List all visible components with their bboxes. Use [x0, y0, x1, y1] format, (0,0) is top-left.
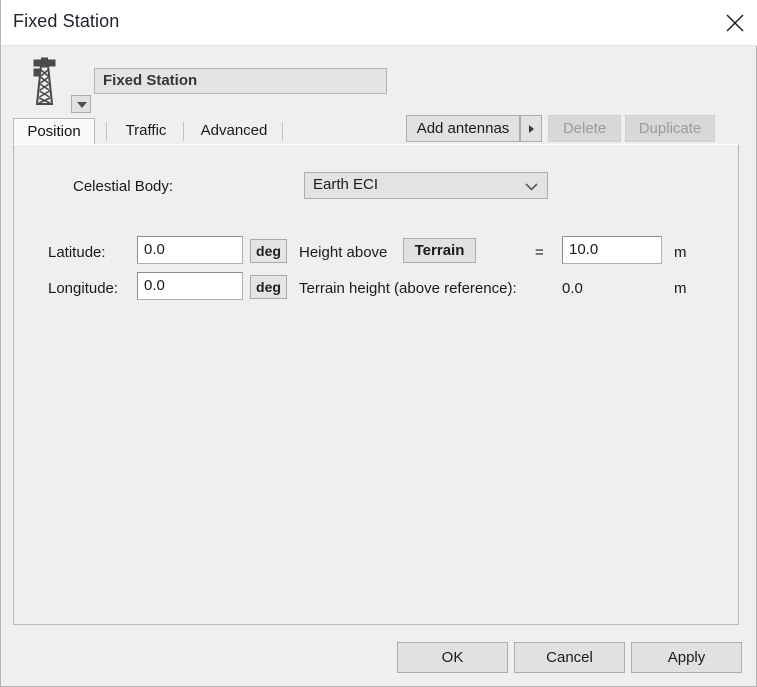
- station-name-field[interactable]: Fixed Station: [94, 68, 387, 94]
- celestial-body-label: Celestial Body:: [73, 178, 174, 195]
- antenna-tower-icon: [33, 57, 56, 105]
- terrain-height-value: 0.0: [562, 280, 583, 297]
- latitude-input[interactable]: 0.0: [137, 236, 243, 264]
- tab-advanced[interactable]: Advanced: [189, 118, 279, 145]
- ok-button[interactable]: OK: [397, 642, 508, 673]
- object-header: Fixed Station Add antennas Delete Duplic…: [1, 46, 757, 142]
- apply-button[interactable]: Apply: [631, 642, 742, 673]
- chevron-down-icon: [77, 102, 87, 108]
- close-icon: [726, 14, 744, 32]
- close-button[interactable]: [712, 0, 757, 45]
- longitude-input[interactable]: 0.0: [137, 272, 243, 300]
- celestial-body-value: Earth ECI: [313, 176, 379, 193]
- fixed-station-dialog: Fixed Station Fixed Station Add antennas…: [0, 0, 757, 687]
- tab-position[interactable]: Position: [13, 118, 95, 145]
- equals-sign: =: [535, 244, 544, 261]
- terrain-height-unit-label: m: [674, 280, 687, 297]
- position-tab-panel: Celestial Body: Earth ECI Latitude: 0.0 …: [13, 144, 739, 625]
- tab-separator: [183, 122, 184, 141]
- height-input[interactable]: 10.0: [562, 236, 662, 264]
- cancel-button[interactable]: Cancel: [514, 642, 625, 673]
- latitude-unit-button[interactable]: deg: [250, 239, 287, 263]
- tab-traffic[interactable]: Traffic: [113, 118, 179, 145]
- terrain-height-label: Terrain height (above reference):: [299, 280, 517, 297]
- title-bar: Fixed Station: [1, 0, 757, 46]
- height-unit-label: m: [674, 244, 687, 261]
- tab-separator: [282, 122, 283, 141]
- celestial-body-select[interactable]: Earth ECI: [304, 172, 548, 199]
- height-above-label: Height above: [299, 244, 388, 261]
- chevron-down-icon: [525, 183, 538, 191]
- latitude-label: Latitude:: [48, 244, 106, 261]
- window-title: Fixed Station: [13, 11, 120, 31]
- tab-separator: [106, 122, 107, 141]
- dialog-footer: OK Cancel Apply: [1, 625, 757, 687]
- tab-bar: Position Traffic Advanced: [13, 118, 739, 145]
- station-type-dropdown-button[interactable]: [71, 95, 91, 113]
- longitude-label: Longitude:: [48, 280, 119, 297]
- longitude-unit-button[interactable]: deg: [250, 275, 287, 299]
- height-reference-button[interactable]: Terrain: [403, 238, 476, 263]
